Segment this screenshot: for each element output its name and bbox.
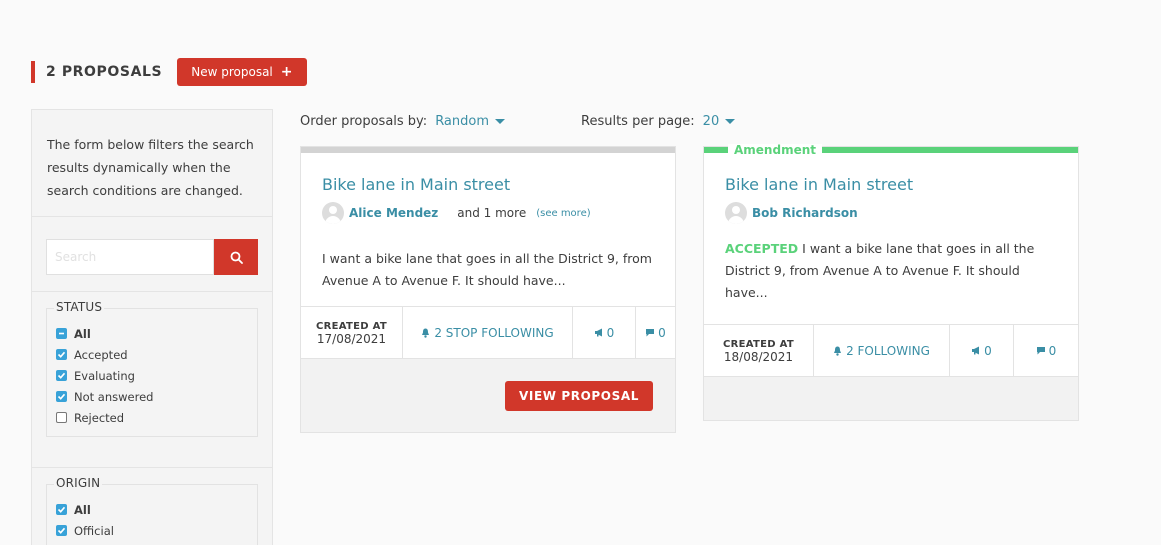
- checkbox-not-answered[interactable]: Not answered: [56, 386, 249, 407]
- amendment-card: Amendment Bike lane in Main street Bob R…: [703, 144, 1079, 421]
- search-input[interactable]: [46, 239, 214, 275]
- created-at: CREATED AT 18/08/2021: [704, 325, 814, 376]
- checkbox-checked-icon[interactable]: [56, 525, 67, 536]
- megaphone-icon: [594, 328, 604, 337]
- follow-button[interactable]: 2 FOLLOWING: [814, 325, 950, 376]
- proposal-title-link[interactable]: Bike lane in Main street: [322, 175, 654, 194]
- filter-intro-text: The form below filters the search result…: [32, 110, 272, 217]
- order-label: Order proposals by:: [300, 113, 428, 129]
- avatar: [322, 202, 344, 224]
- search-icon: [230, 251, 243, 264]
- created-date: 18/08/2021: [723, 349, 794, 364]
- checkbox-label: Evaluating: [74, 368, 135, 383]
- checkbox-checked-icon[interactable]: [56, 370, 67, 381]
- chevron-down-icon: [495, 118, 506, 124]
- supports-value: 0: [984, 343, 992, 358]
- supports-count: 0: [573, 307, 636, 358]
- checkbox-label: Accepted: [74, 347, 128, 362]
- status-filter-section: STATUS All Accepted Evaluating Not answered…: [32, 292, 272, 468]
- follow-label: 2 FOLLOWING: [846, 343, 930, 358]
- checkbox-empty-icon[interactable]: [56, 412, 67, 423]
- header-accent-bar: [31, 61, 35, 83]
- checkbox-label: All: [74, 502, 91, 517]
- origin-filter: ORIGIN All Official: [46, 476, 258, 545]
- checkbox-all[interactable]: All: [56, 499, 249, 520]
- supports-value: 0: [606, 325, 615, 340]
- comments-value: 0: [658, 325, 666, 340]
- comments-count[interactable]: 0: [636, 307, 675, 358]
- search-form: [32, 217, 272, 292]
- status-legend: STATUS: [54, 300, 105, 314]
- checkbox-label: All: [74, 326, 91, 341]
- results-toolbar: Order proposals by: Random Results per p…: [300, 112, 736, 130]
- origin-filter-section: ORIGIN All Official: [32, 468, 272, 545]
- amendment-label: Amendment: [728, 144, 822, 156]
- checkbox-accepted[interactable]: Accepted: [56, 344, 249, 365]
- per-page-select[interactable]: 20: [703, 114, 736, 129]
- card-stats: CREATED AT 17/08/2021 2 STOP FOLLOWING 0…: [301, 306, 675, 358]
- status-badge: ACCEPTED: [725, 241, 799, 256]
- origin-legend: ORIGIN: [54, 476, 103, 490]
- author-link[interactable]: Alice Mendez: [349, 206, 438, 220]
- checkbox-indeterminate-icon[interactable]: [56, 328, 67, 339]
- order-select[interactable]: Random: [435, 113, 506, 129]
- proposal-description: I want a bike lane that goes in all the …: [322, 251, 652, 288]
- comment-icon: [1036, 346, 1046, 355]
- order-value: Random: [435, 113, 490, 129]
- checkbox-all[interactable]: All: [56, 323, 249, 344]
- checkbox-label: Rejected: [74, 410, 125, 425]
- comment-icon: [645, 328, 655, 337]
- page-title: 2 PROPOSALS: [46, 64, 163, 80]
- checkbox-checked-icon[interactable]: [56, 504, 67, 515]
- card-footer: VIEW PROPOSAL: [301, 358, 675, 432]
- follow-button[interactable]: 2 STOP FOLLOWING: [403, 307, 573, 358]
- megaphone-icon: [971, 346, 981, 355]
- chevron-down-icon: [725, 118, 736, 124]
- supports-count: 0: [950, 325, 1014, 376]
- new-proposal-button[interactable]: New proposal +: [177, 58, 307, 86]
- checkbox-checked-icon[interactable]: [56, 391, 67, 402]
- search-button[interactable]: [214, 239, 258, 275]
- bell-icon: [833, 346, 842, 356]
- follow-label: 2 STOP FOLLOWING: [434, 325, 554, 340]
- card-top-bar: Amendment: [704, 144, 1078, 156]
- proposal-title-link[interactable]: Bike lane in Main street: [725, 175, 1057, 194]
- status-filter: STATUS All Accepted Evaluating Not answered…: [46, 300, 258, 437]
- created-label: CREATED AT: [722, 338, 795, 350]
- proposals-header: 2 PROPOSALS New proposal +: [31, 58, 307, 86]
- per-page-label: Results per page:: [581, 113, 695, 129]
- created-label: CREATED AT: [315, 320, 388, 332]
- checkbox-label: Not answered: [74, 389, 154, 404]
- view-proposal-button[interactable]: VIEW PROPOSAL: [505, 381, 653, 411]
- comments-count[interactable]: 0: [1014, 325, 1078, 376]
- checkbox-official[interactable]: Official: [56, 520, 249, 541]
- card-footer: [704, 376, 1078, 420]
- checkbox-rejected[interactable]: Rejected: [56, 407, 249, 428]
- new-proposal-label: New proposal: [191, 65, 273, 79]
- more-authors-text: and 1 more: [457, 206, 527, 220]
- comments-value: 0: [1048, 343, 1057, 358]
- proposal-description: ACCEPTED I want a bike lane that goes in…: [725, 238, 1057, 324]
- filter-sidebar: The form below filters the search result…: [31, 109, 273, 545]
- checkbox-label: Official: [74, 523, 114, 538]
- plus-icon: +: [280, 64, 293, 80]
- created-date: 17/08/2021: [316, 331, 387, 346]
- bell-icon: [421, 328, 430, 338]
- checkbox-checked-icon[interactable]: [56, 349, 67, 360]
- proposal-card: Bike lane in Main street Alice Mendez an…: [300, 146, 676, 433]
- created-at: CREATED AT 17/08/2021: [301, 307, 403, 358]
- card-stats: CREATED AT 18/08/2021 2 FOLLOWING 0 0: [704, 324, 1078, 376]
- avatar: [725, 202, 747, 224]
- checkbox-evaluating[interactable]: Evaluating: [56, 365, 249, 386]
- per-page-value: 20: [702, 113, 720, 129]
- author-link[interactable]: Bob Richardson: [752, 206, 858, 220]
- see-more-link[interactable]: (see more): [536, 208, 590, 219]
